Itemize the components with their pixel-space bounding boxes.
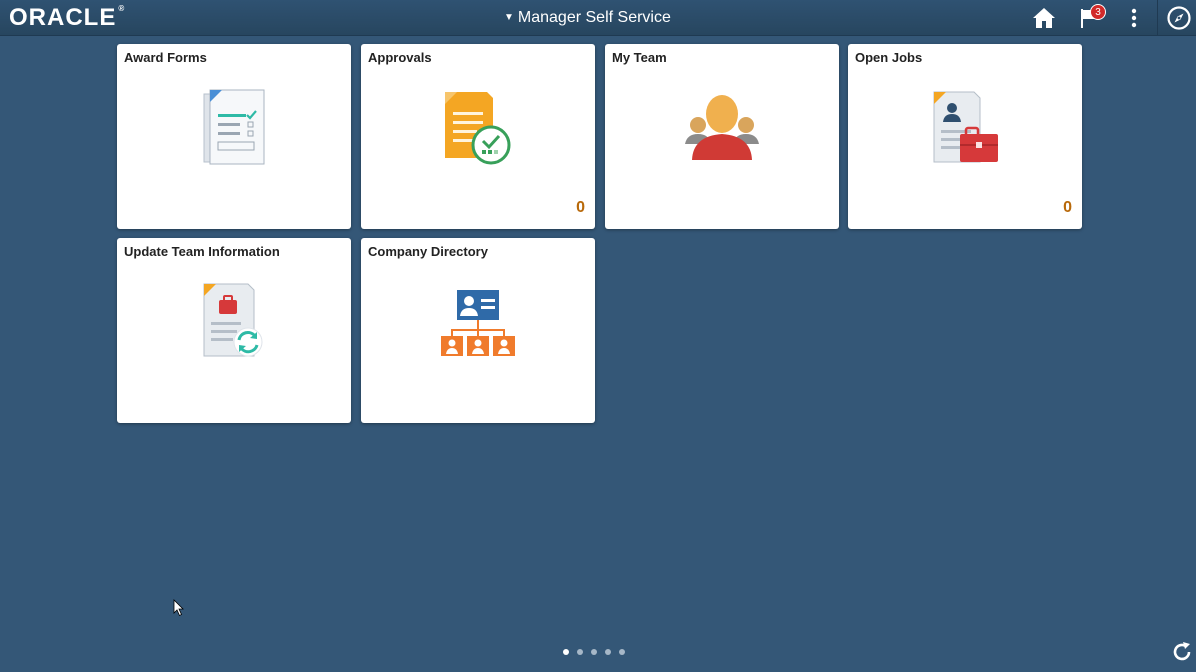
open-jobs-icon	[932, 90, 1002, 173]
tile-title: Company Directory	[368, 244, 488, 259]
oracle-logo: ORACLE ®	[9, 4, 126, 31]
tile-title: Approvals	[368, 50, 432, 65]
award-forms-icon	[202, 88, 268, 173]
tile-award-forms[interactable]: Award Forms	[117, 44, 351, 229]
page-dot-5[interactable]	[619, 649, 625, 655]
notification-badge: 3	[1090, 4, 1106, 20]
my-team-icon	[683, 92, 761, 169]
update-team-info-icon	[202, 282, 268, 367]
tile-title: Open Jobs	[855, 50, 923, 65]
page-indicator	[563, 649, 625, 655]
home-icon[interactable]	[1031, 5, 1057, 31]
tile-my-team[interactable]: My Team	[605, 44, 839, 229]
page-dot-3[interactable]	[591, 649, 597, 655]
refresh-icon[interactable]	[1170, 640, 1194, 664]
top-banner: ORACLE ® ▼ Manager Self Service 3	[0, 0, 1196, 36]
tile-title: My Team	[612, 50, 667, 65]
tile-count: 0	[1063, 199, 1072, 216]
page-dot-1[interactable]	[563, 649, 569, 655]
tile-open-jobs[interactable]: Open Jobs 0	[848, 44, 1082, 229]
page-dot-4[interactable]	[605, 649, 611, 655]
approvals-icon	[441, 90, 517, 173]
actions-menu-icon[interactable]	[1121, 5, 1147, 31]
caret-down-icon: ▼	[504, 12, 514, 23]
tile-company-directory[interactable]: Company Directory	[361, 238, 595, 423]
tile-title: Update Team Information	[124, 244, 280, 259]
header-divider	[1157, 0, 1158, 36]
tile-update-team-information[interactable]: Update Team Information	[117, 238, 351, 423]
page-dot-2[interactable]	[577, 649, 583, 655]
company-directory-icon	[439, 288, 517, 363]
tile-title: Award Forms	[124, 50, 207, 65]
page-title: Manager Self Service	[517, 9, 671, 26]
tile-approvals[interactable]: Approvals 0	[361, 44, 595, 229]
page-title-dropdown[interactable]: ▼ Manager Self Service	[504, 7, 671, 29]
navbar-compass-icon[interactable]	[1165, 4, 1193, 32]
mouse-cursor-icon	[173, 599, 185, 617]
tile-count: 0	[576, 199, 585, 216]
